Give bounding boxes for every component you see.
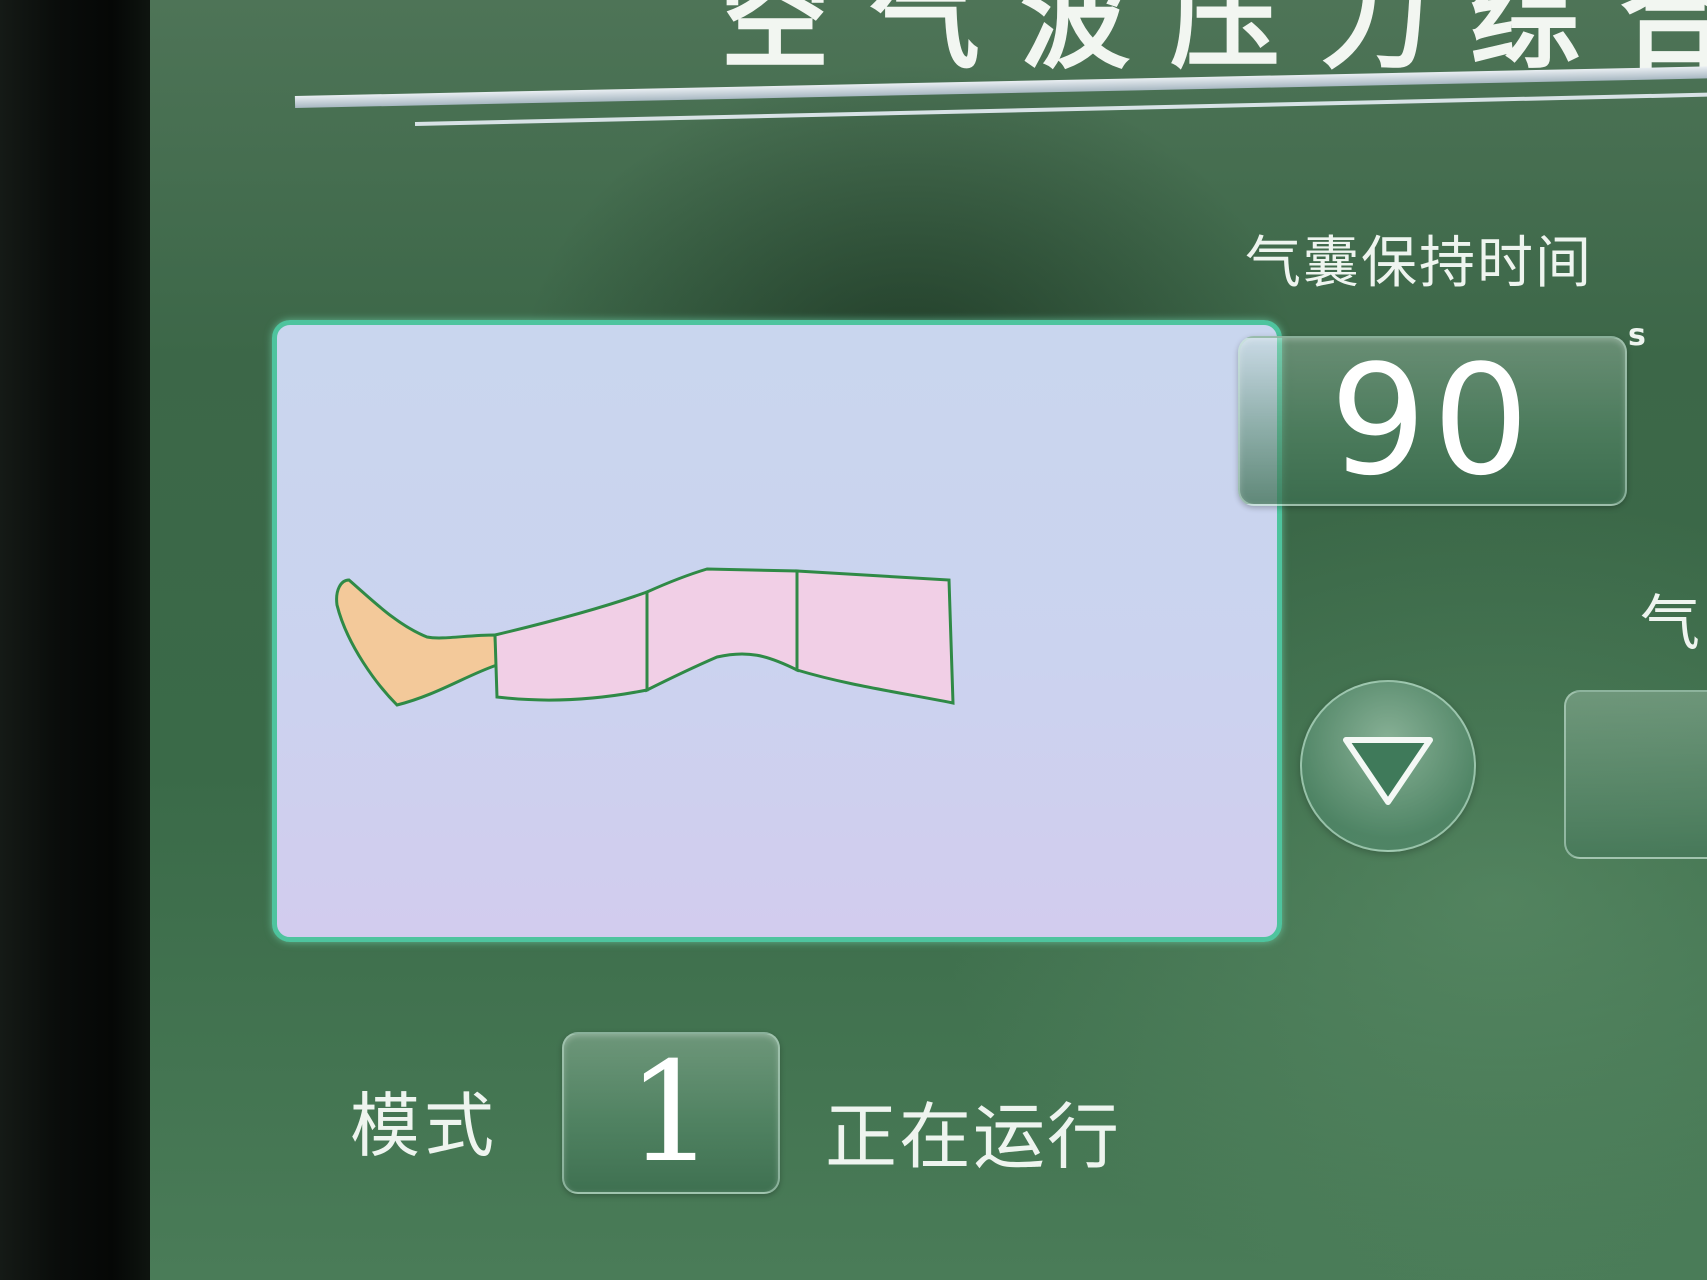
- hold-time-unit: s: [1628, 318, 1646, 353]
- leg-diagram: [335, 567, 955, 707]
- secondary-setting-value[interactable]: [1564, 690, 1707, 859]
- thigh-chamber: [795, 569, 955, 705]
- mode-value[interactable]: 1: [562, 1032, 780, 1194]
- leg-chamber-panel: [272, 320, 1282, 942]
- decrease-button[interactable]: [1300, 680, 1476, 852]
- run-status: 正在运行: [825, 1095, 1122, 1179]
- device-bezel: [0, 0, 160, 1280]
- calf-chamber: [493, 589, 649, 702]
- hold-time-value[interactable]: 90: [1238, 336, 1627, 506]
- secondary-setting-label: 气: [1640, 589, 1700, 659]
- foot-chamber: [335, 578, 499, 707]
- knee-chamber: [645, 567, 799, 693]
- down-triangle-icon: [1343, 737, 1433, 805]
- mode-label: 模式: [350, 1085, 498, 1167]
- touch-screen: 空气波压力综合治 气囊保持时间 90 s 气 模式 1 正在运行: [150, 0, 1707, 1280]
- hold-time-label: 气囊保持时间: [1245, 231, 1593, 296]
